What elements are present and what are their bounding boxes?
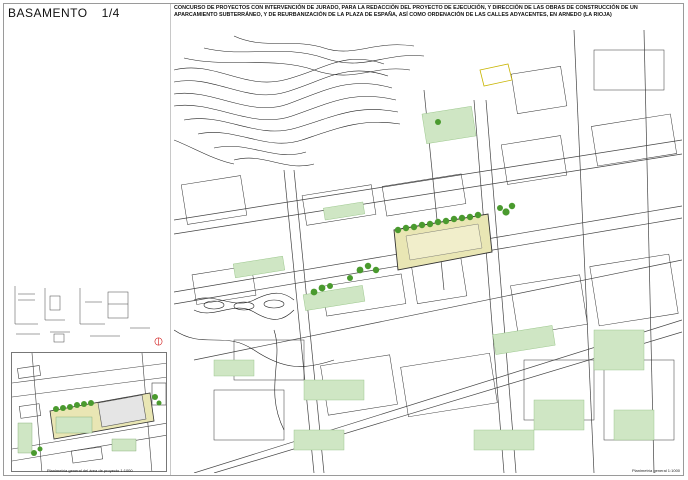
main-site-plan (174, 30, 682, 473)
project-header: CONCURSO DE PROYECTOS CON INTERVENCIÓN D… (174, 5, 638, 18)
sheet-title-text: BASAMENTO (8, 6, 88, 20)
green-areas (213, 106, 655, 451)
map-caption: Planimetría general 1:1000 (632, 468, 681, 473)
inset-caption: Planimetría general del área de proyecto… (47, 468, 133, 473)
construction-details (14, 286, 150, 343)
drawing-sheet: BASAMENTO 1/4 CONCURSO DE PROYECTOS CON I… (0, 0, 688, 480)
sheet-number: 1/4 (101, 6, 120, 20)
north-arrow-icon (154, 337, 163, 346)
topographic-contours (174, 35, 425, 167)
upper-plaza (479, 63, 513, 87)
sheet-title: BASAMENTO 1/4 (8, 6, 120, 20)
inset-site-plan (11, 352, 167, 472)
panel-divider (170, 4, 171, 475)
